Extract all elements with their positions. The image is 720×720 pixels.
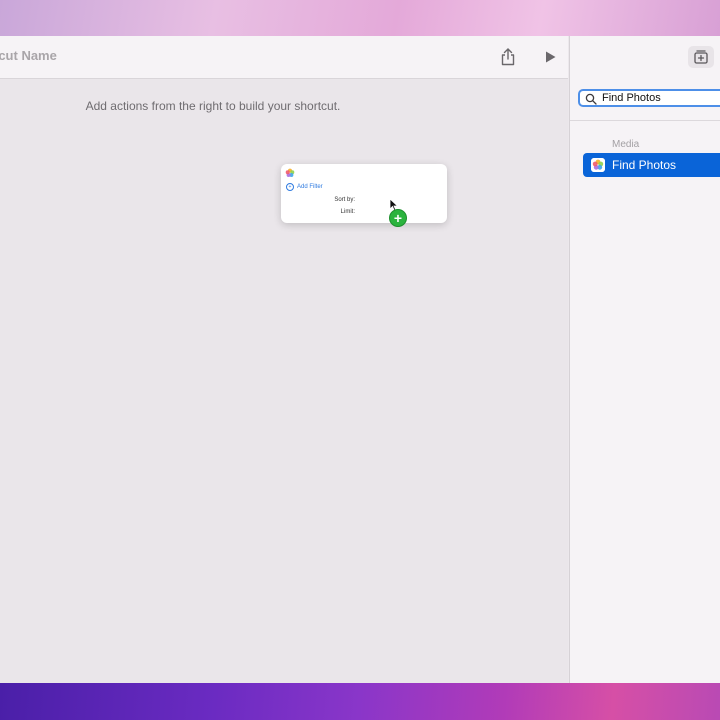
empty-editor-hint: Add actions from the right to build your…	[85, 99, 341, 113]
add-library-icon	[694, 50, 708, 64]
play-icon	[546, 51, 556, 63]
photos-app-icon	[591, 158, 605, 172]
actions-sidebar: Media Find Photos	[569, 36, 720, 683]
plus-circle-icon: +	[286, 183, 294, 191]
shortcut-name-field[interactable]: tcut Name	[0, 48, 57, 63]
add-filter-button[interactable]: + Add Filter	[286, 183, 323, 191]
sort-by-label: Sort by:	[334, 197, 355, 203]
editor-toolbar: tcut Name	[0, 36, 568, 79]
add-badge-icon: +	[389, 209, 407, 227]
share-button[interactable]	[498, 47, 518, 67]
desktop-wallpaper-top	[0, 0, 720, 36]
share-icon	[501, 48, 515, 66]
add-library-button[interactable]	[688, 46, 714, 68]
category-header-media: Media	[612, 139, 640, 150]
add-filter-label: Add Filter	[297, 184, 323, 190]
magnifier-icon	[585, 93, 597, 105]
action-result-label: Find Photos	[612, 158, 677, 172]
shortcuts-window: tcut Name Add actions from the right to …	[0, 36, 720, 683]
run-button[interactable]	[540, 47, 560, 67]
limit-label: Limit:	[340, 209, 355, 215]
sidebar-divider	[570, 120, 720, 121]
photos-app-icon	[285, 168, 295, 177]
search-input[interactable]	[602, 91, 720, 105]
desktop-wallpaper-bottom	[0, 683, 720, 720]
action-result-find-photos[interactable]: Find Photos	[583, 153, 720, 177]
sidebar-toolbar	[570, 36, 720, 78]
action-search-field[interactable]	[578, 89, 720, 107]
dragged-action-preview[interactable]: + Add Filter Sort by: Limit:	[281, 164, 447, 223]
